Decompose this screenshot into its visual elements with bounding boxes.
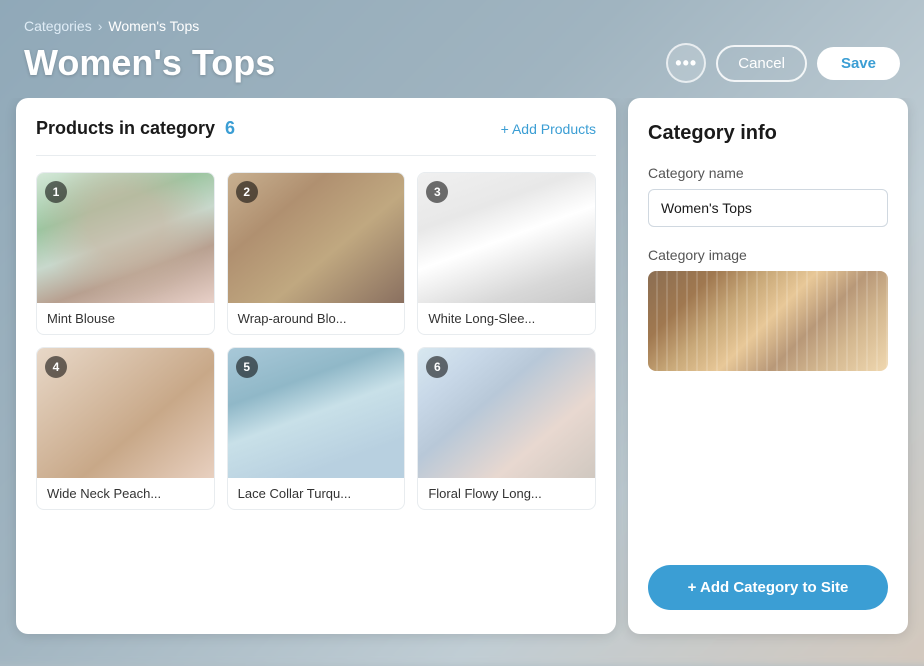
product-label-2: Wrap-around Blo... [228, 303, 405, 334]
product-label-6: Floral Flowy Long... [418, 478, 595, 509]
save-button[interactable]: Save [817, 47, 900, 80]
product-image-3: 3 [418, 173, 595, 303]
product-card-4[interactable]: 4 Wide Neck Peach... [36, 347, 215, 510]
product-badge-5: 5 [236, 356, 258, 378]
products-title-group: Products in category 6 [36, 118, 235, 139]
add-products-link[interactable]: + Add Products [501, 121, 596, 137]
product-card-6[interactable]: 6 Floral Flowy Long... [417, 347, 596, 510]
category-image-group: Category image [648, 247, 888, 371]
product-badge-3: 3 [426, 181, 448, 203]
header: Categories › Women's Tops Women's Tops •… [0, 0, 924, 98]
header-actions: ••• Cancel Save [666, 43, 900, 83]
more-button[interactable]: ••• [666, 43, 706, 83]
product-label-4: Wide Neck Peach... [37, 478, 214, 509]
category-name-label: Category name [648, 165, 888, 181]
category-panel: Category info Category name Category ima… [628, 98, 908, 634]
product-image-5: 5 [228, 348, 405, 478]
breadcrumb-parent[interactable]: Categories [24, 18, 92, 34]
product-image-2: 2 [228, 173, 405, 303]
breadcrumb: Categories › Women's Tops [24, 18, 900, 34]
product-badge-1: 1 [45, 181, 67, 203]
product-card-2[interactable]: 2 Wrap-around Blo... [227, 172, 406, 335]
header-row: Women's Tops ••• Cancel Save [24, 42, 900, 84]
products-panel: Products in category 6 + Add Products 1 … [16, 98, 616, 634]
product-label-1: Mint Blouse [37, 303, 214, 334]
category-image-preview[interactable] [648, 271, 888, 371]
page-title: Women's Tops [24, 42, 275, 84]
products-grid: 1 Mint Blouse 2 Wrap-around Blo... 3 [36, 172, 596, 510]
product-badge-4: 4 [45, 356, 67, 378]
product-image-6: 6 [418, 348, 595, 478]
product-badge-2: 2 [236, 181, 258, 203]
product-card-1[interactable]: 1 Mint Blouse [36, 172, 215, 335]
products-count: 6 [225, 118, 235, 139]
main-content: Products in category 6 + Add Products 1 … [0, 98, 924, 650]
breadcrumb-separator: › [98, 18, 103, 34]
product-badge-6: 6 [426, 356, 448, 378]
category-image-label: Category image [648, 247, 888, 263]
category-name-input[interactable] [648, 189, 888, 227]
product-label-3: White Long-Slee... [418, 303, 595, 334]
page-container: Categories › Women's Tops Women's Tops •… [0, 0, 924, 650]
product-image-1: 1 [37, 173, 214, 303]
category-info-title: Category info [648, 122, 888, 145]
product-card-5[interactable]: 5 Lace Collar Turqu... [227, 347, 406, 510]
add-category-button[interactable]: + Add Category to Site [648, 565, 888, 610]
breadcrumb-current: Women's Tops [108, 18, 199, 34]
cancel-button[interactable]: Cancel [716, 45, 807, 82]
products-header: Products in category 6 + Add Products [36, 118, 596, 156]
products-title: Products in category [36, 118, 215, 139]
product-label-5: Lace Collar Turqu... [228, 478, 405, 509]
product-card-3[interactable]: 3 White Long-Slee... [417, 172, 596, 335]
product-image-4: 4 [37, 348, 214, 478]
category-name-group: Category name [648, 165, 888, 227]
